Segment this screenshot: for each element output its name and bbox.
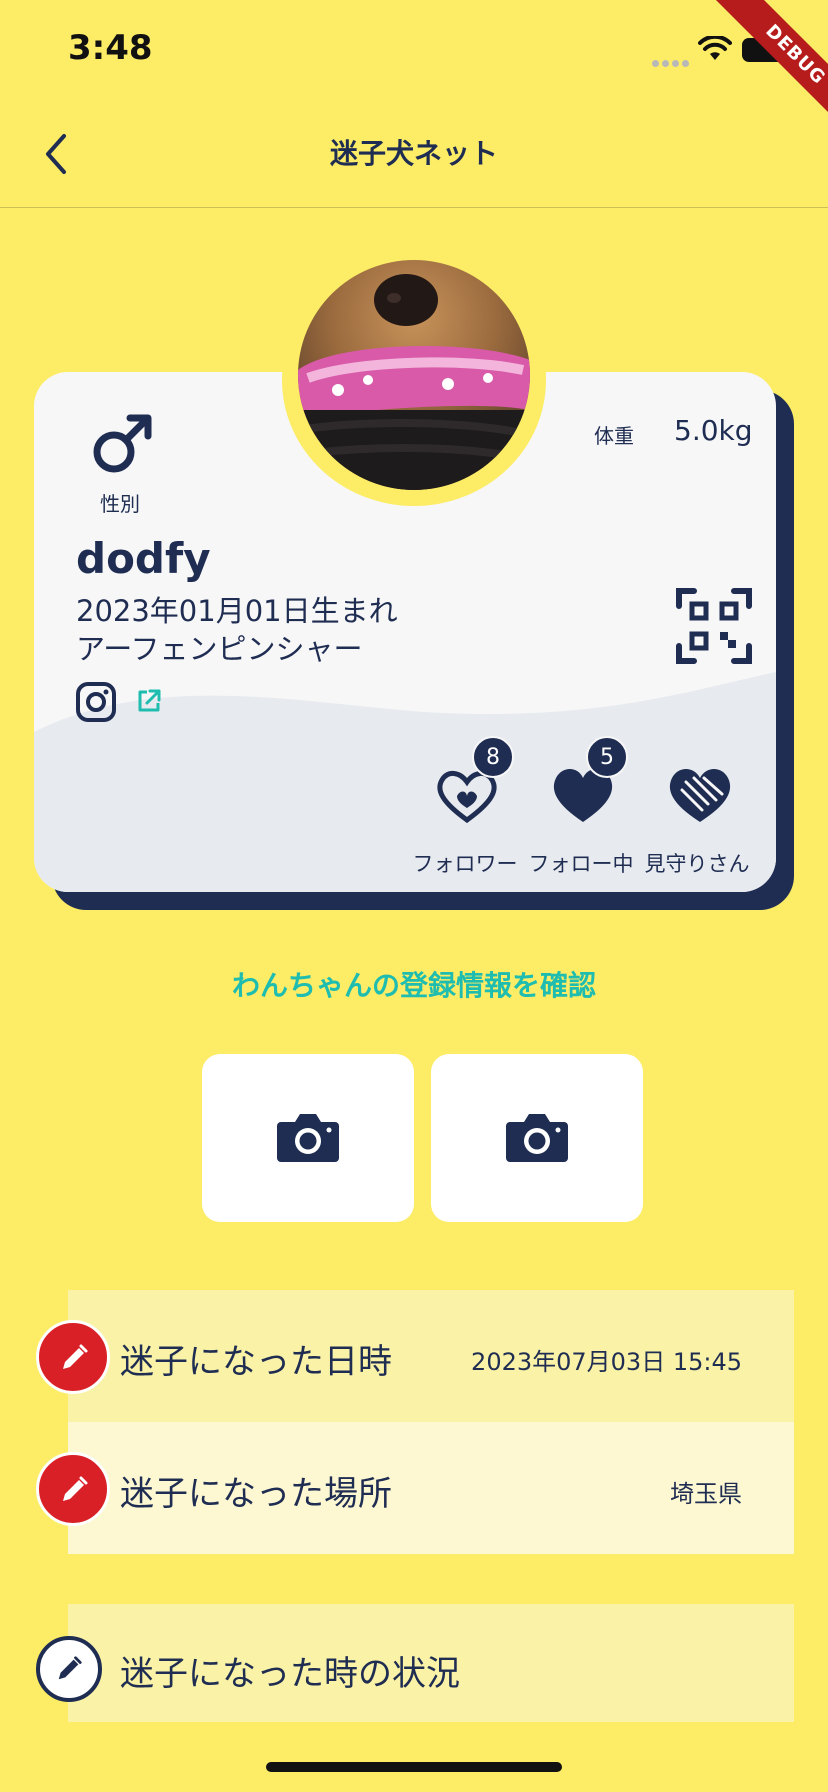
page-title: 迷子犬ネット [329,137,498,170]
camera-icon [506,1114,568,1162]
pencil-icon [63,1476,88,1501]
wifi-icon [698,36,732,60]
gender-label: 性別 [100,492,140,516]
external-link-icon[interactable] [136,688,162,714]
watchers-label: 見守りさん [644,852,750,876]
nav-bar: 迷子犬ネット [0,100,828,208]
edit-situation-button[interactable] [36,1636,102,1702]
edit-place-button[interactable] [36,1452,110,1526]
lost-datetime-label: 迷子になった日時 [120,1342,392,1382]
photo-upload-2[interactable] [431,1054,643,1222]
pencil-icon [58,1656,82,1680]
lost-situation-label: 迷子になった時の状況 [120,1654,460,1694]
lost-place-value: 埼玉県 [670,1480,742,1508]
following-count-badge: 5 [586,736,628,778]
home-indicator [266,1762,562,1772]
lost-place-label: 迷子になった場所 [120,1474,392,1514]
instagram-icon[interactable] [76,682,116,722]
pet-name: dodfy [76,534,211,583]
weight-label: 体重 [594,424,634,448]
pet-birthdate: 2023年01月01日生まれ [76,594,398,628]
pet-avatar[interactable] [298,260,530,490]
qr-code-icon[interactable] [676,588,752,664]
edit-datetime-button[interactable] [36,1320,110,1394]
status-time: 3:48 [68,28,153,68]
photo-upload-1[interactable] [202,1054,414,1222]
followers-count-badge: 8 [472,736,514,778]
pencil-icon [63,1344,88,1369]
following-label: フォロー中 [528,852,634,876]
weight-value: 5.0kg [674,414,753,447]
handshake-heart-icon [669,769,731,822]
male-icon [93,414,152,473]
view-registration-link[interactable]: わんちゃんの登録情報を確認 [0,964,828,1004]
camera-icon [277,1114,339,1162]
pet-breed: アーフェンピンシャー [76,632,363,666]
lost-datetime-value: 2023年07月03日 15:45 [471,1348,742,1376]
followers-label: フォロワー [412,852,518,876]
signal-icon [652,52,692,67]
